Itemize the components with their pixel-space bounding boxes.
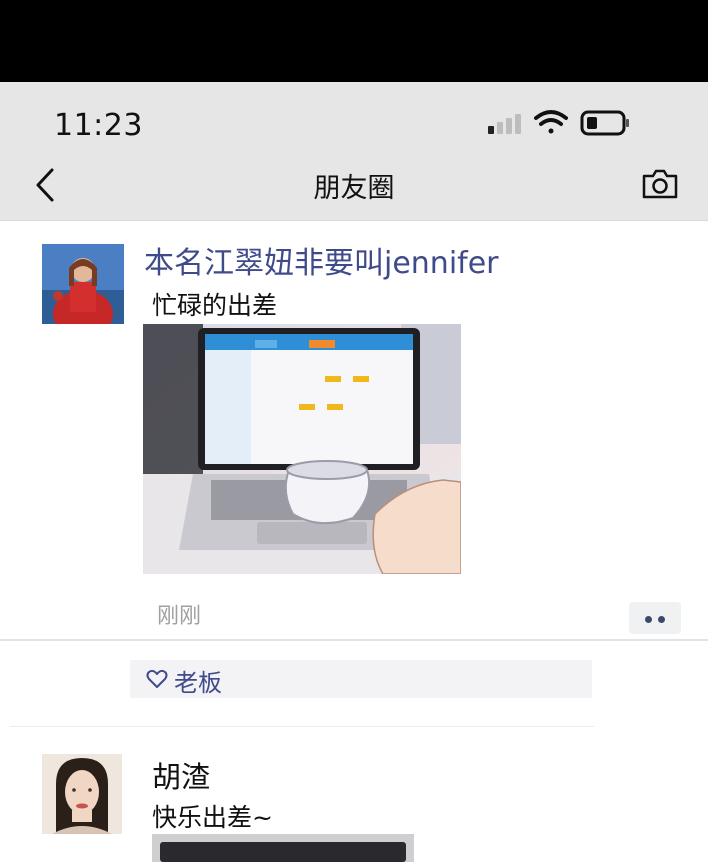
- page-title: 朋友圈: [313, 173, 395, 204]
- liker-name[interactable]: 老板: [174, 663, 222, 698]
- signal-icon: [488, 114, 521, 134]
- post-photo[interactable]: [143, 324, 461, 574]
- post-author[interactable]: 本名江翠妞非要叫jennifer: [144, 238, 499, 282]
- avatar[interactable]: [42, 244, 124, 324]
- post-photo[interactable]: [152, 834, 414, 862]
- divider: [10, 726, 594, 727]
- status-time: 11:23: [54, 108, 143, 143]
- battery-icon: [580, 110, 629, 136]
- post-author[interactable]: 胡渣: [152, 754, 210, 796]
- post-text: 快乐出差~: [152, 803, 273, 832]
- camera-icon[interactable]: [640, 164, 680, 204]
- wifi-icon: [534, 110, 568, 134]
- divider: [0, 639, 708, 641]
- status-icons: [488, 110, 629, 136]
- status-bar: 11:23: [0, 82, 708, 154]
- post-timestamp: 刚刚: [157, 604, 202, 629]
- more-icon[interactable]: [629, 602, 681, 634]
- likes-panel: 老板: [130, 660, 592, 698]
- device-top-bezel: [0, 0, 708, 82]
- avatar[interactable]: [42, 754, 122, 834]
- navigation-bar: 朋友圈: [0, 154, 708, 221]
- post-text: 忙碌的出差: [152, 291, 278, 320]
- heart-icon: [146, 669, 168, 688]
